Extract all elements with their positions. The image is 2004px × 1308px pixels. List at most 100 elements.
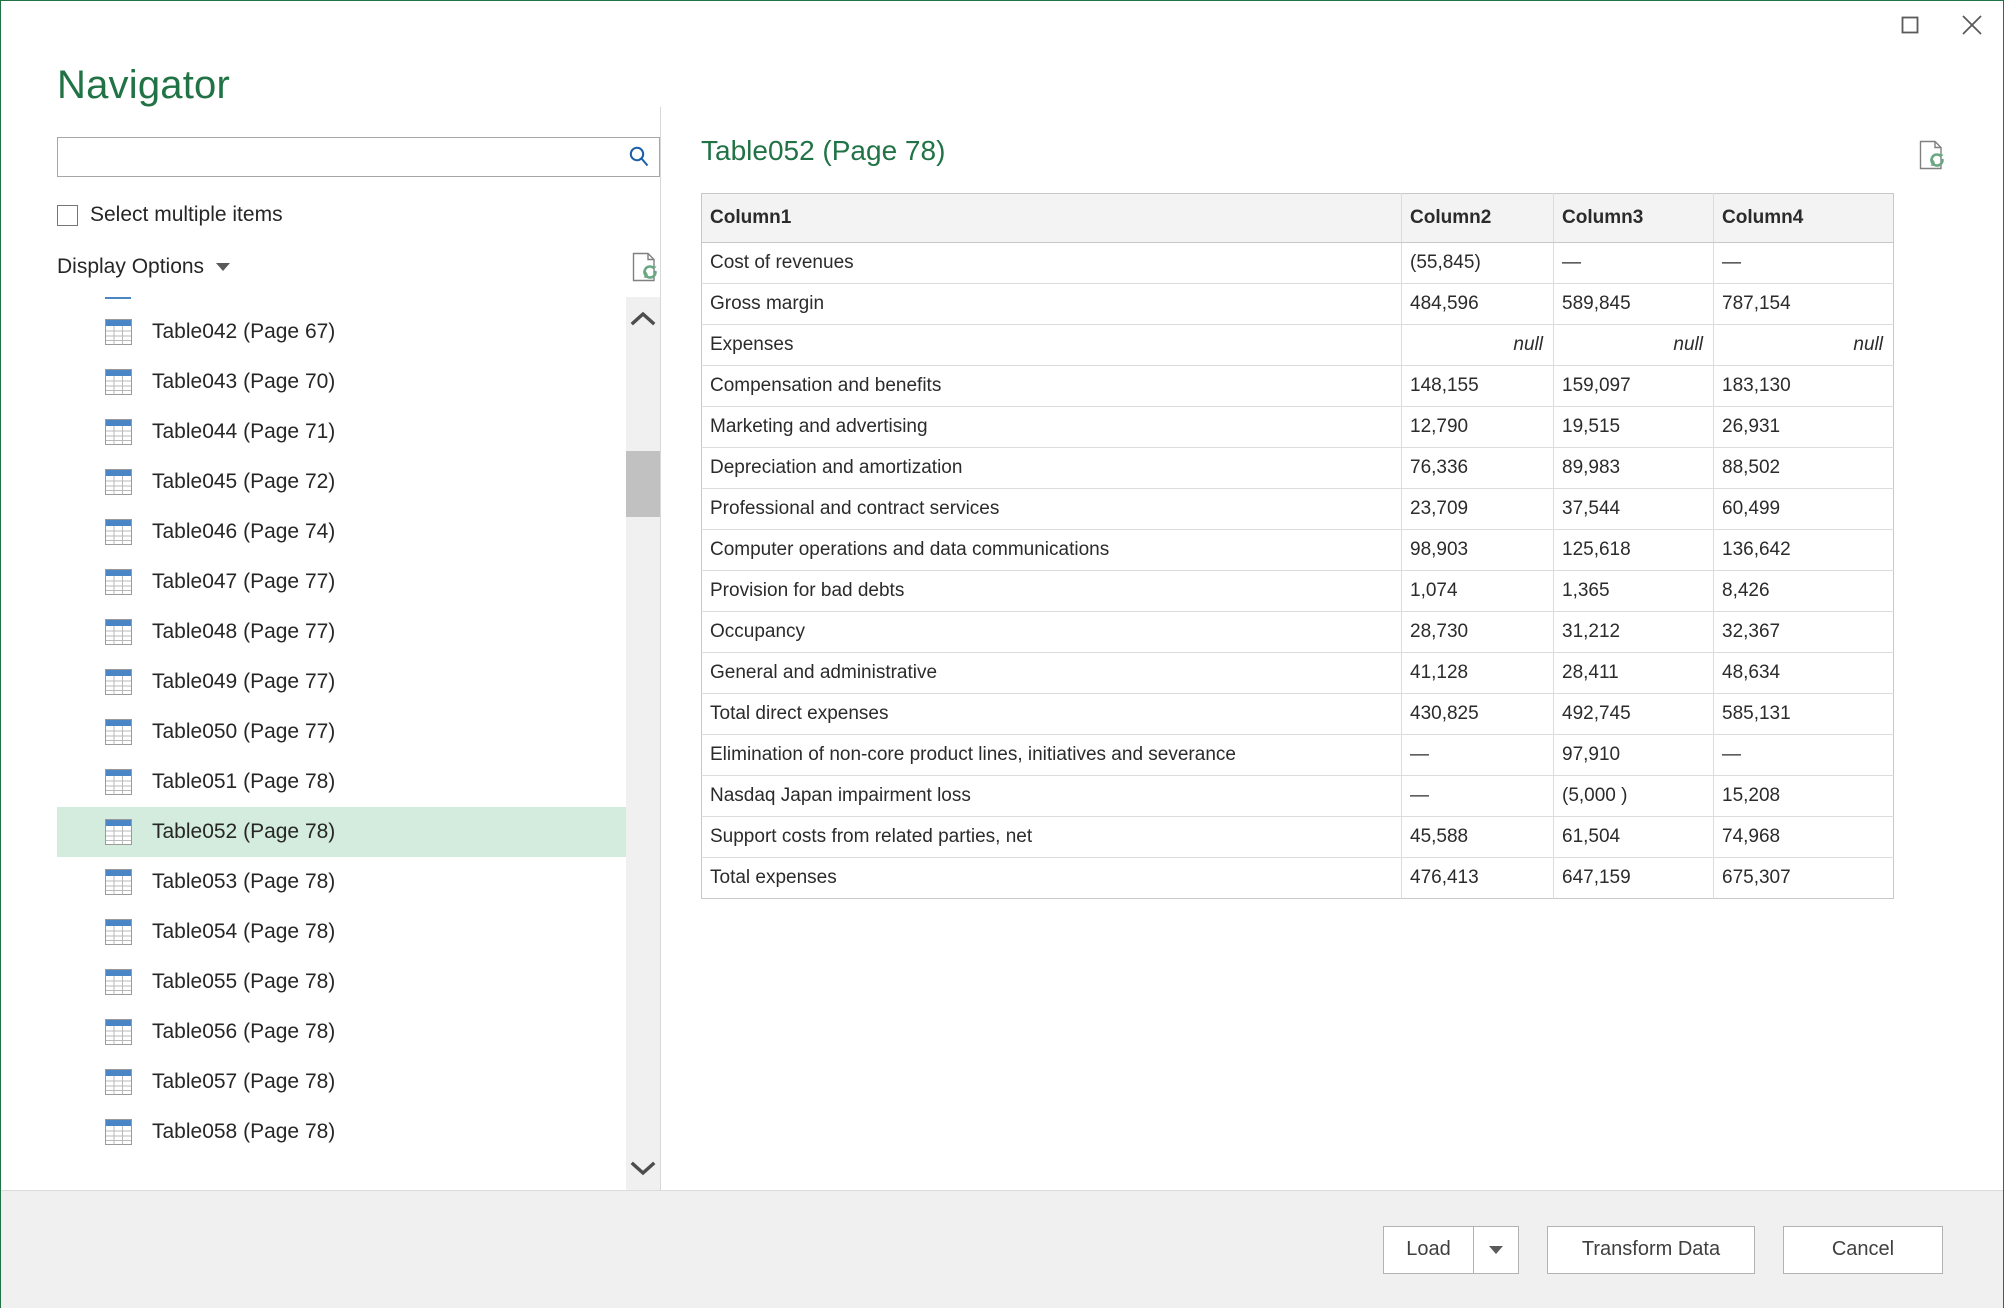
tree-item[interactable]: Table053 (Page 78): [57, 857, 626, 907]
clipped-item-top: [105, 297, 131, 305]
preview-table: Column1 Column2 Column3 Column4 Cost of rev…: [701, 193, 1894, 899]
row-label-cell: Computer operations and data communicati…: [701, 529, 1402, 571]
data-cell: 37,544: [1553, 488, 1714, 530]
tree-item[interactable]: Table049 (Page 77): [57, 657, 626, 707]
tree-item[interactable]: Table048 (Page 77): [57, 607, 626, 657]
data-cell: 76,336: [1401, 447, 1554, 489]
select-multiple-checkbox[interactable]: [57, 204, 78, 226]
row-label-cell: Elimination of non-core product lines, i…: [701, 734, 1402, 776]
table-icon: [105, 969, 132, 995]
table-row: Provision for bad debts 1,074 1,365 8,426: [701, 570, 1894, 612]
preview-title: Table052 (Page 78): [701, 135, 946, 166]
tree-item[interactable]: Table044 (Page 71): [57, 407, 626, 457]
dialog-footer: Load Transform Data Cancel: [1, 1190, 2003, 1308]
column-header[interactable]: Column1: [701, 193, 1402, 243]
select-multiple-row[interactable]: Select multiple items: [57, 203, 660, 227]
tree-item[interactable]: Table043 (Page 70): [57, 357, 626, 407]
refresh-preview-icon[interactable]: [1917, 139, 1947, 171]
tree-item-label: Table051 (Page 78): [152, 770, 336, 793]
tree-scrollbar[interactable]: [626, 297, 660, 1190]
tree-item[interactable]: Table051 (Page 78): [57, 757, 626, 807]
data-cell: 45,588: [1401, 816, 1554, 858]
tree-item[interactable]: Table055 (Page 78): [57, 957, 626, 1007]
page-title: Navigator: [57, 63, 230, 107]
table-icon: [105, 519, 132, 545]
data-cell: null: [1401, 324, 1554, 366]
table-icon: [105, 669, 132, 695]
row-label-cell: Marketing and advertising: [701, 406, 1402, 448]
table-row: Cost of revenues (55,845) — —: [701, 242, 1894, 284]
restore-button[interactable]: [1879, 1, 1941, 49]
refresh-icon[interactable]: [630, 251, 660, 283]
table-row: Professional and contract services 23,709…: [701, 488, 1894, 530]
dialog-body: Select multiple items Display Options Ta…: [1, 107, 2003, 1190]
title-bar: [1, 1, 2003, 49]
data-cell: 1,074: [1401, 570, 1554, 612]
tree-item-label: Table042 (Page 67): [152, 320, 336, 343]
data-cell: 589,845: [1553, 283, 1714, 325]
row-label-cell: Professional and contract services: [701, 488, 1402, 530]
tree-item[interactable]: Table054 (Page 78): [57, 907, 626, 957]
data-cell: 8,426: [1713, 570, 1894, 612]
row-label-cell: General and administrative: [701, 652, 1402, 694]
table-row: Total direct expenses 430,825 492,745 585,1…: [701, 693, 1894, 735]
row-label-cell: Total direct expenses: [701, 693, 1402, 735]
tree-item[interactable]: Table045 (Page 72): [57, 457, 626, 507]
load-split-button[interactable]: Load: [1383, 1225, 1519, 1274]
transform-data-button[interactable]: Transform Data: [1547, 1225, 1755, 1274]
data-cell: 89,983: [1553, 447, 1714, 489]
column-header[interactable]: Column4: [1713, 193, 1894, 243]
data-cell: —: [1401, 775, 1554, 817]
data-cell: 484,596: [1401, 283, 1554, 325]
tree-item-label: Table050 (Page 77): [152, 720, 336, 743]
tree-item-label: Table043 (Page 70): [152, 370, 336, 393]
data-cell: 476,413: [1401, 857, 1554, 899]
tree-item[interactable]: Table047 (Page 77): [57, 557, 626, 607]
column-header[interactable]: Column3: [1553, 193, 1714, 243]
scrollbar-track[interactable]: [626, 341, 660, 1146]
data-cell: null: [1553, 324, 1714, 366]
load-dropdown-arrow[interactable]: [1474, 1227, 1518, 1273]
data-cell: 60,499: [1713, 488, 1894, 530]
column-header[interactable]: Column2: [1401, 193, 1554, 243]
table-row: Occupancy 28,730 31,212 32,367: [701, 611, 1894, 653]
tree-item-label: Table055 (Page 78): [152, 970, 336, 993]
data-cell: —: [1401, 734, 1554, 776]
table-row: Gross margin 484,596 589,845 787,154: [701, 283, 1894, 325]
close-icon[interactable]: [1941, 1, 2003, 49]
table-row: Nasdaq Japan impairment loss — (5,000 ) 15,…: [701, 775, 1894, 817]
display-options-button[interactable]: Display Options: [57, 255, 231, 279]
data-cell: 787,154: [1713, 283, 1894, 325]
search-icon[interactable]: [619, 144, 659, 170]
tree-item[interactable]: Table057 (Page 78): [57, 1057, 626, 1107]
select-multiple-label: Select multiple items: [90, 203, 283, 226]
table-icon: [105, 869, 132, 895]
data-cell: 28,730: [1401, 611, 1554, 653]
data-cell: 15,208: [1713, 775, 1894, 817]
tables-tree-list[interactable]: Table042 (Page 67) Table043 (Page 70) Tabl…: [57, 297, 626, 1190]
table-row: Elimination of non-core product lines, i…: [701, 734, 1894, 776]
table-icon: [105, 919, 132, 945]
scroll-up-arrow[interactable]: [626, 297, 660, 341]
table-row: Support costs from related parties, net 4…: [701, 816, 1894, 858]
dialog-header: Navigator: [1, 49, 2003, 107]
display-options-label: Display Options: [57, 255, 205, 278]
cancel-button[interactable]: Cancel: [1783, 1225, 1943, 1274]
table-icon: [105, 1119, 132, 1145]
search-box[interactable]: [57, 137, 660, 177]
tree-item[interactable]: Table056 (Page 78): [57, 1007, 626, 1057]
tree-item[interactable]: Table042 (Page 67): [57, 307, 626, 357]
tree-item-label: Table058 (Page 78): [152, 1120, 336, 1143]
data-cell: 430,825: [1401, 693, 1554, 735]
tree-item[interactable]: Table058 (Page 78): [57, 1107, 626, 1157]
data-cell: 12,790: [1401, 406, 1554, 448]
search-input[interactable]: [58, 138, 619, 176]
table-row: Total expenses 476,413 647,159 675,307: [701, 857, 1894, 899]
data-cell: 183,130: [1713, 365, 1894, 407]
tree-item[interactable]: Table050 (Page 77): [57, 707, 626, 757]
load-button[interactable]: Load: [1384, 1226, 1474, 1273]
scrollbar-thumb[interactable]: [626, 451, 660, 517]
tree-item-selected[interactable]: Table052 (Page 78): [57, 807, 626, 857]
scroll-down-arrow[interactable]: [626, 1146, 660, 1190]
tree-item[interactable]: Table046 (Page 74): [57, 507, 626, 557]
